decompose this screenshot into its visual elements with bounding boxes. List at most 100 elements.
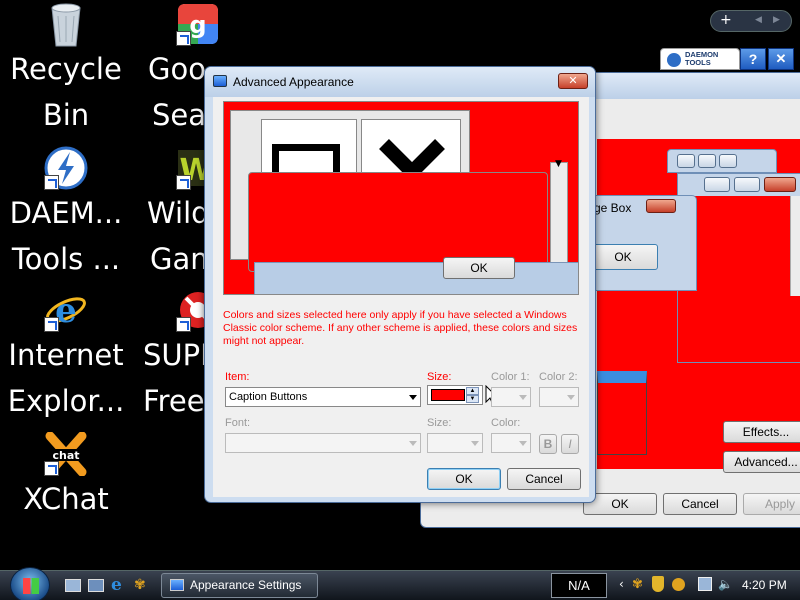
warning-text: Colors and sizes selected here only appl… <box>223 309 578 347</box>
preview-front-maximize <box>734 177 760 192</box>
recycle-bin-icon <box>44 2 88 47</box>
tray-app-icon[interactable]: ✾ <box>632 577 643 592</box>
volume-muted-icon[interactable]: 🔈 <box>718 577 733 591</box>
google-icon: g <box>176 2 220 46</box>
size-stepper[interactable]: ▲ ▼ <box>427 385 483 405</box>
spin-up-icon[interactable]: ▲ <box>466 387 479 395</box>
item-label: Item: <box>225 371 250 383</box>
chevron-down-icon <box>567 395 575 400</box>
dialog-cancel-button[interactable]: Cancel <box>507 468 581 490</box>
show-desktop-icon[interactable] <box>65 579 81 592</box>
chevron-down-icon <box>409 395 417 400</box>
daemon-gadget-label: DAEMON TOOLS <box>685 50 719 67</box>
desktop-icon-xchat[interactable]: chat XChat <box>6 431 126 522</box>
shield-icon[interactable] <box>652 576 664 592</box>
item-select-value: Caption Buttons <box>229 391 308 403</box>
spin-down-icon[interactable]: ▼ <box>466 395 479 403</box>
super-label-1: SUPE <box>143 338 206 372</box>
appearance-cancel-button[interactable]: Cancel <box>663 493 737 515</box>
effects-button[interactable]: Effects... <box>723 421 800 443</box>
taskbar-appearance-settings[interactable]: Appearance Settings <box>161 573 318 598</box>
taskbar-task-label: Appearance Settings <box>190 578 302 592</box>
dialog-body: ▼ OK Colors and sizes selected here only… <box>213 97 589 497</box>
shortcut-arrow-icon <box>176 31 191 46</box>
daemon-tools-label-1: DAEM... <box>9 196 123 230</box>
xchat-icon: chat <box>44 431 88 477</box>
recycle-bin-label-2: Bin <box>42 98 90 132</box>
svg-text:g: g <box>189 11 206 39</box>
italic-button: I <box>561 434 579 454</box>
appearance-preview: ge Box OK <box>587 139 800 469</box>
preview-selected-item <box>597 371 647 455</box>
dialog-close-button[interactable]: ✕ <box>558 73 588 89</box>
daemon-gadget-panel: DAEMON TOOLS <box>660 48 740 70</box>
close-icon: ✕ <box>568 74 578 87</box>
appearance-settings-icon <box>170 579 184 591</box>
internet-explorer-label-2: Explor... <box>7 384 125 418</box>
dialog-ok-button[interactable]: OK <box>427 468 501 490</box>
message-box-title: ge Box <box>594 201 632 215</box>
bold-button: B <box>539 434 557 454</box>
xchat-label: XChat <box>23 482 109 516</box>
shortcut-arrow-icon <box>176 175 191 190</box>
shortcut-arrow-icon <box>44 175 59 190</box>
switch-windows-icon[interactable] <box>88 579 104 592</box>
system-clock[interactable]: 4:20 PM <box>742 578 787 592</box>
color1-picker <box>491 387 531 407</box>
preview-ok-button: OK <box>443 257 515 279</box>
gadget-close-icon[interactable]: ✕ <box>768 48 794 70</box>
color1-label: Color 1: <box>491 371 530 383</box>
recycle-bin-label-1: Recycle <box>10 52 122 86</box>
add-gadget-icon[interactable]: + <box>720 12 732 28</box>
preview-front-titlebar <box>678 174 800 196</box>
next-page-icon[interactable]: ▶ <box>773 15 780 25</box>
chevron-down-icon <box>519 441 527 446</box>
preview-restore-button <box>719 154 737 168</box>
display-settings-icon <box>213 75 227 87</box>
item-select[interactable]: Caption Buttons <box>225 387 421 407</box>
dialog-titlebar[interactable]: Advanced Appearance ✕ <box>205 67 595 97</box>
preview-minimize-button <box>677 154 695 168</box>
advanced-button[interactable]: Advanced... <box>723 451 800 473</box>
network-icon[interactable] <box>698 577 712 591</box>
scroll-down-arrow-icon: ▼ <box>555 159 562 169</box>
desktop-icon-daemon-tools[interactable]: DAEM... Tools ... <box>6 146 126 282</box>
start-button[interactable] <box>10 567 50 600</box>
help-icon[interactable]: ? <box>740 48 766 70</box>
tray-daemon-icon[interactable] <box>672 578 685 591</box>
desktop-icon-google-search[interactable]: g Goo Sea <box>138 2 218 138</box>
windows-logo-icon <box>23 578 39 594</box>
size-label: Size: <box>427 371 452 383</box>
language-bar[interactable]: N/A <box>551 573 607 598</box>
quicklaunch-app-icon[interactable]: ✾ <box>134 577 146 593</box>
shortcut-arrow-icon <box>176 317 191 332</box>
font-label: Font: <box>225 417 251 429</box>
preview-maximize-button <box>698 154 716 168</box>
wild-games-label-1: Wild <box>147 196 206 230</box>
shortcut-arrow-icon <box>44 461 59 476</box>
font-size-select <box>427 433 483 453</box>
font-select <box>225 433 421 453</box>
wild-games-label-2: Gam <box>150 242 206 276</box>
color2-picker <box>539 387 579 407</box>
desktop-icon-super-free[interactable]: SUPE Free <box>142 288 216 424</box>
daemon-tools-gadget[interactable]: DAEMON TOOLS ? ✕ <box>660 48 800 72</box>
preview-scrollbar: ▼ <box>550 159 568 272</box>
font-color-picker <box>491 433 531 453</box>
desktop-icon-internet-explorer[interactable]: e Internet Explor... <box>6 288 126 424</box>
daemon-tools-label-2: Tools ... <box>11 242 121 276</box>
desktop-icon-wild-games[interactable]: W Wild Gam <box>140 146 214 282</box>
chevron-down-icon <box>409 441 417 446</box>
chevron-down-icon <box>471 441 479 446</box>
daemon-tools-icon <box>44 146 88 190</box>
show-hidden-icons-icon[interactable]: ‹ <box>619 577 624 591</box>
quicklaunch-ie-icon[interactable]: e <box>111 575 122 595</box>
preview-message-bar: OK <box>254 257 578 294</box>
size-color-swatch <box>431 389 465 401</box>
google-label-1: Goo <box>148 52 206 86</box>
desktop-icon-recycle-bin[interactable]: Recycle Bin <box>6 2 126 138</box>
internet-explorer-label-1: Internet <box>8 338 124 372</box>
preview-message-box: ge Box OK <box>587 195 697 291</box>
message-box-close <box>646 199 676 213</box>
previous-page-icon[interactable]: ◀ <box>755 15 762 25</box>
